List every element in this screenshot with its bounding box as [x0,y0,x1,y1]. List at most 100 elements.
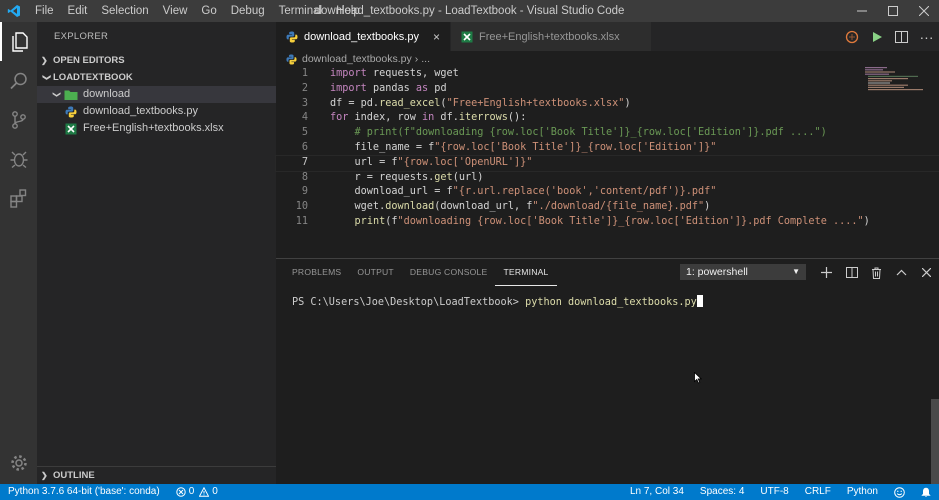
source-control-icon[interactable] [0,100,37,139]
feedback-smiley-icon[interactable] [886,486,913,498]
tab-debug-console[interactable]: DEBUG CONSOLE [402,259,496,286]
extensions-icon[interactable] [0,178,37,217]
breadcrumb-more[interactable]: ... [421,51,430,67]
minimap[interactable] [865,67,925,91]
error-icon [176,487,186,497]
code-token: df = pd. [330,97,380,109]
chevron-right-icon: ❯ [41,471,48,480]
code-line[interactable]: 1 import requests, wget [276,67,939,82]
code-token: (): [507,112,527,124]
split-terminal-icon[interactable] [839,267,864,278]
menu-selection[interactable]: Selection [94,0,155,22]
code-line[interactable]: 3 df = pd.read_excel("Free+English+textbo… [276,97,939,112]
code-line[interactable]: 11 print(f"downloading {row.loc['Book Ti… [276,215,939,230]
minimize-icon[interactable] [846,0,877,22]
tree-item-excel-file[interactable]: Free+English+textbooks.xlsx [37,120,276,137]
terminal-select[interactable]: 1: powershell ▼ [680,264,806,280]
language-status[interactable]: Python [839,484,886,500]
outline-label: OUTLINE [53,470,95,481]
line-number: 8 [301,171,308,183]
code-token: read_excel [379,97,441,109]
tab-label: Free+English+textbooks.xlsx [478,30,620,43]
menu-go[interactable]: Go [194,0,223,22]
gear-icon[interactable] [0,443,37,482]
indentation-status[interactable]: Spaces: 4 [692,484,752,500]
outline-section[interactable]: ❯ OUTLINE [37,466,276,484]
code-line[interactable]: 6 file_name = f "{row.loc['Book Title']}_… [276,141,939,156]
project-section[interactable]: ❯ LOADTEXTBOOK [37,69,276,86]
code-token: import [330,82,367,94]
tab-problems[interactable]: PROBLEMS [284,259,349,286]
code-line[interactable]: 7 url = f"{row.loc['OpenURL']}" [275,154,939,172]
tab-excel-file[interactable]: Free+English+textbooks.xlsx × [450,22,652,51]
search-icon[interactable] [0,61,37,100]
code-text: df = pd.read_excel("Free+English+textboo… [308,97,631,112]
code-line[interactable]: 8 r = requests.get(url) [276,171,939,186]
split-editor-icon[interactable] [889,30,914,43]
code-text: download_url = f"{r.url.replace('book','… [308,185,717,200]
feedback-icon[interactable] [839,30,864,44]
menu-edit[interactable]: Edit [61,0,95,22]
menu-bar: File Edit Selection View Go Debug Termin… [28,0,367,22]
line-number: 10 [295,201,308,213]
tree-item-python-file[interactable]: download_textbooks.py [37,103,276,120]
chevron-up-icon[interactable] [889,269,914,276]
open-editors-section[interactable]: ❯ OPEN EDITORS [37,52,276,69]
code-token: download [385,201,435,213]
close-icon[interactable]: × [433,30,440,44]
close-icon[interactable] [914,268,939,277]
code-line[interactable]: 10 wget.download(download_url, f"./downl… [276,200,939,215]
trash-icon[interactable] [864,267,889,279]
menu-file[interactable]: File [28,0,61,22]
encoding-status[interactable]: UTF-8 [752,484,796,500]
warning-icon [199,487,210,497]
breadcrumb-file[interactable]: download_textbooks.py [302,51,412,67]
code-token: pd [428,82,447,94]
excel-file-icon [461,31,473,43]
cursor-position[interactable]: Ln 7, Col 34 [622,484,692,500]
tab-download-textbooks-py[interactable]: download_textbooks.py × [276,22,451,51]
code-token: url = f [330,156,398,168]
tab-output[interactable]: OUTPUT [349,259,402,286]
code-line[interactable]: 5 # print(f"downloading {row.loc['Book T… [276,126,939,141]
interpreter-status[interactable]: Python 3.7.6 64-bit ('base': conda) [0,484,168,500]
code-line[interactable]: 4 for index, row in df.iterrows(): [276,111,939,126]
breadcrumb: download_textbooks.py › ... [276,51,939,67]
menu-help[interactable]: Help [329,0,367,22]
chevron-down-icon: ❯ [52,91,62,98]
maximize-icon[interactable] [877,0,908,22]
files-icon[interactable] [0,22,37,61]
menu-terminal[interactable]: Terminal [272,0,329,22]
bell-icon[interactable] [913,487,939,498]
terminal-command: python download_textbooks.py [525,297,697,308]
close-window-icon[interactable] [908,0,939,22]
menu-view[interactable]: View [156,0,195,22]
code-token: pandas [366,82,416,94]
menu-debug[interactable]: Debug [224,0,272,22]
terminal-output[interactable]: PS C:\Users\Joe\Desktop\LoadTextbook> py… [276,286,939,308]
error-count: 0 [188,486,195,497]
terminal-scrollbar[interactable] [931,399,939,485]
code-token: "./download/{file_name}.pdf" [532,201,705,213]
code-line[interactable]: 9 download_url = f"{r.url.replace('book'… [276,185,939,200]
code-text: import requests, wget [308,67,459,82]
eol-status[interactable]: CRLF [797,484,839,500]
line-number: 1 [301,68,308,79]
more-icon[interactable]: ··· [914,29,939,45]
code-token: ) [624,97,631,109]
sidebar-title: EXPLORER [54,31,109,42]
code-token: download_url = f [330,186,453,198]
code-editor[interactable]: 1 import requests, wget 2 import pandas as … [275,67,939,230]
title-bar: File Edit Selection View Go Debug Termin… [0,0,939,22]
code-line[interactable]: 2 import pandas as pd [276,82,939,97]
problems-status[interactable]: 0 0 [168,484,226,500]
line-number: 9 [301,186,308,198]
debug-icon[interactable] [0,139,37,178]
explorer-sidebar: EXPLORER ❯ OPEN EDITORS ❯ LOADTEXTBOOK ❯… [37,22,276,484]
code-text: import pandas as pd [308,82,447,97]
plus-icon[interactable] [814,267,839,278]
tab-terminal[interactable]: TERMINAL [495,259,557,286]
tree-item-download-folder[interactable]: ❯ download [37,86,276,103]
run-icon[interactable] [864,31,889,43]
code-token: (f [385,215,398,227]
